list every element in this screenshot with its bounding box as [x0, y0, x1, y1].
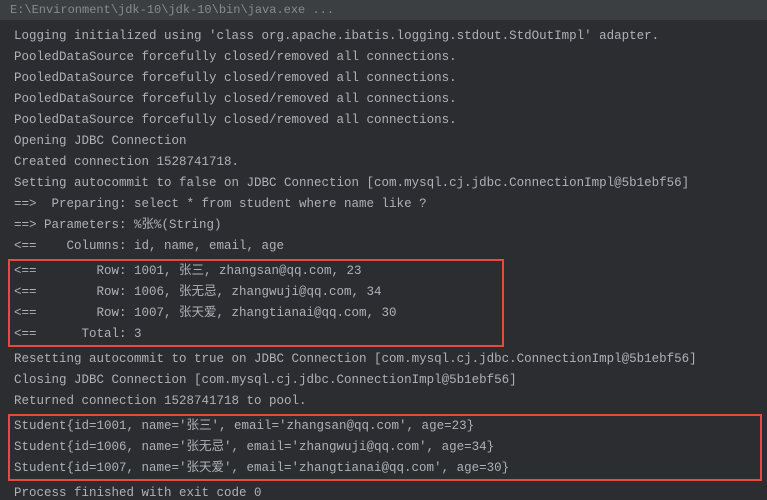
student-line: Student{id=1006, name='张无忌', email='zhan… — [14, 437, 760, 458]
log-line: Returned connection 1528741718 to pool. — [14, 391, 761, 412]
log-line: Closing JDBC Connection [com.mysql.cj.jd… — [14, 370, 761, 391]
student-line: Student{id=1007, name='张天爱', email='zhan… — [14, 458, 760, 479]
student-objects-highlight: Student{id=1001, name='张三', email='zhang… — [8, 414, 762, 481]
log-line: PooledDataSource forcefully closed/remov… — [14, 110, 761, 131]
row-line: <== Row: 1007, 张天爱, zhangtianai@qq.com, … — [14, 303, 502, 324]
log-line: ==> Preparing: select * from student whe… — [14, 194, 761, 215]
console-output: Logging initialized using 'class org.apa… — [0, 20, 767, 500]
log-line: PooledDataSource forcefully closed/remov… — [14, 47, 761, 68]
run-titlebar: E:\Environment\jdk-10\jdk-10\bin\java.ex… — [0, 0, 767, 20]
log-line: Logging initialized using 'class org.apa… — [14, 26, 761, 47]
log-line: PooledDataSource forcefully closed/remov… — [14, 68, 761, 89]
log-before-rows: Logging initialized using 'class org.apa… — [14, 26, 761, 257]
log-line: PooledDataSource forcefully closed/remov… — [14, 89, 761, 110]
student-line: Student{id=1001, name='张三', email='zhang… — [14, 416, 760, 437]
total-line: <== Total: 3 — [14, 324, 502, 345]
log-mid: Resetting autocommit to true on JDBC Con… — [14, 349, 761, 412]
log-line: <== Columns: id, name, email, age — [14, 236, 761, 257]
result-rows-highlight: <== Row: 1001, 张三, zhangsan@qq.com, 23 <… — [8, 259, 504, 347]
log-line: Setting autocommit to false on JDBC Conn… — [14, 173, 761, 194]
log-line: ==> Parameters: %张%(String) — [14, 215, 761, 236]
row-line: <== Row: 1001, 张三, zhangsan@qq.com, 23 — [14, 261, 502, 282]
log-line: Created connection 1528741718. — [14, 152, 761, 173]
log-after: Process finished with exit code 0 — [14, 483, 761, 500]
row-line: <== Row: 1006, 张无忌, zhangwuji@qq.com, 34 — [14, 282, 502, 303]
exit-line: Process finished with exit code 0 — [14, 483, 761, 500]
log-line: Opening JDBC Connection — [14, 131, 761, 152]
log-line: Resetting autocommit to true on JDBC Con… — [14, 349, 761, 370]
